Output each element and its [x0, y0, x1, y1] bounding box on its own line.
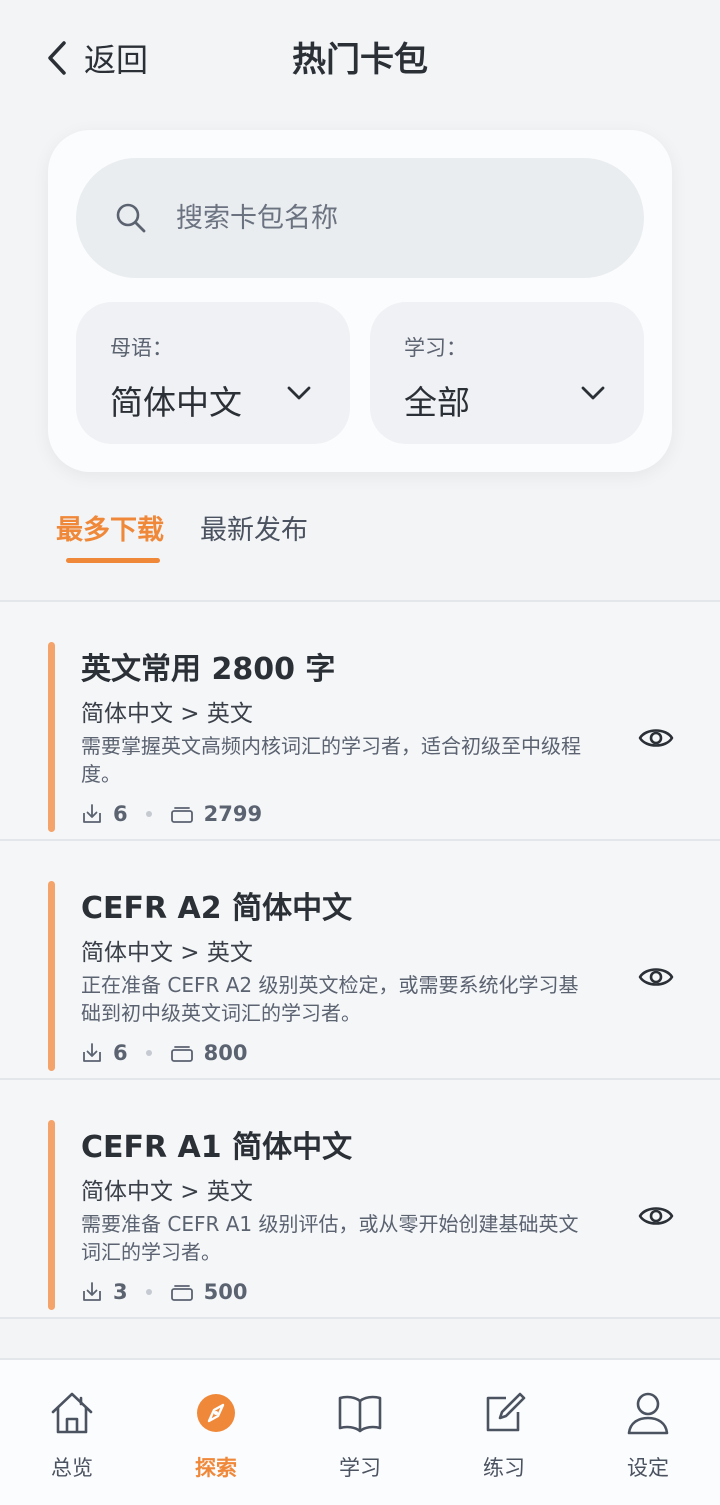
search-input[interactable]	[176, 202, 576, 234]
header: 返回 热门卡包	[0, 0, 720, 115]
user-icon	[627, 1392, 669, 1435]
pack-languages: 简体中文 > 英文	[81, 701, 253, 727]
native-language-label: 母语：	[110, 336, 173, 360]
pack-stats: 3 500	[81, 1280, 247, 1304]
nav-settings[interactable]: 设定	[598, 1390, 698, 1482]
nav-overview[interactable]: 总览	[22, 1390, 122, 1482]
tab-label: 最新发布	[200, 515, 308, 546]
nav-learn[interactable]: 学习	[310, 1390, 410, 1482]
pack-stats: 6 2799	[81, 802, 262, 826]
download-icon	[83, 1043, 101, 1062]
native-language-select[interactable]: 母语： 简体中文	[76, 302, 350, 444]
pack-description: 正在准备 CEFR A2 级别英文检定，或需要系统化学习基础到初中级英文词汇的学…	[81, 973, 579, 1025]
cards-icon	[170, 807, 193, 823]
home-icon	[51, 1392, 93, 1434]
native-language-value: 简体中文	[110, 383, 242, 422]
pack-item[interactable]: CEFR A1 简体中文 简体中文 > 英文 需要准备 CEFR A1 级别评估…	[0, 1080, 720, 1319]
tab-label: 最多下载	[56, 515, 164, 546]
book-icon	[338, 1395, 382, 1433]
pack-item[interactable]: 英文常用 2800 字 简体中文 > 英文 需要掌握英文高频内核词汇的学习者，适…	[0, 602, 720, 841]
search-icon	[116, 203, 146, 233]
eye-icon[interactable]	[638, 724, 674, 752]
search-bar[interactable]	[76, 158, 644, 278]
download-count: 6	[113, 1041, 128, 1065]
nav-explore[interactable]: 探索	[166, 1390, 266, 1482]
sort-tabs: 最多下载 最新发布	[56, 508, 308, 564]
pack-item[interactable]: CEFR A2 简体中文 简体中文 > 英文 正在准备 CEFR A2 级别英文…	[0, 841, 720, 1080]
download-icon	[83, 804, 101, 823]
pack-name: 英文常用 2800 字	[81, 652, 336, 687]
pack-accent-bar	[48, 881, 55, 1071]
pack-description: 需要掌握英文高频内核词汇的学习者，适合初级至中级程度。	[81, 734, 581, 786]
nav-practice[interactable]: 练习	[454, 1390, 554, 1482]
pack-stats: 6 800	[81, 1041, 247, 1065]
page-title: 热门卡包	[292, 40, 428, 80]
nav-label: 学习	[339, 1456, 381, 1480]
nav-label: 探索	[195, 1456, 237, 1480]
pack-accent-bar	[48, 1120, 55, 1310]
nav-label: 总览	[51, 1456, 93, 1480]
chevron-down-icon	[287, 386, 311, 400]
card-count: 2799	[203, 802, 263, 826]
edit-icon	[486, 1392, 526, 1432]
pack-accent-bar	[48, 642, 55, 832]
download-count: 6	[113, 802, 128, 826]
bottom-nav: 总览 探索 学习 练习 设定	[0, 1358, 720, 1505]
chevron-down-icon	[581, 386, 605, 400]
compass-icon	[197, 1394, 235, 1432]
learning-language-select[interactable]: 学习： 全部	[370, 302, 644, 444]
pack-description: 需要准备 CEFR A1 级别评估，或从零开始创建基础英文词汇的学习者。	[81, 1212, 579, 1264]
cards-icon	[170, 1046, 193, 1062]
tab-newest[interactable]: 最新发布	[200, 508, 308, 564]
separator-dot	[145, 811, 152, 817]
card-count: 500	[203, 1280, 248, 1304]
pack-name: CEFR A2 简体中文	[81, 891, 353, 926]
eye-icon[interactable]	[638, 963, 674, 991]
pack-name: CEFR A1 简体中文	[81, 1130, 353, 1165]
learning-language-value: 全部	[404, 383, 470, 422]
pack-languages: 简体中文 > 英文	[81, 1179, 253, 1205]
nav-label: 设定	[627, 1456, 669, 1480]
cards-icon	[170, 1285, 193, 1301]
separator-dot	[145, 1289, 152, 1295]
pack-languages: 简体中文 > 英文	[81, 940, 253, 966]
card-count: 800	[203, 1041, 248, 1065]
tab-most-downloaded[interactable]: 最多下载	[56, 508, 164, 564]
pack-list: 英文常用 2800 字 简体中文 > 英文 需要掌握英文高频内核词汇的学习者，适…	[0, 602, 720, 1319]
tab-underline	[66, 558, 160, 563]
download-count: 3	[113, 1280, 128, 1304]
learning-language-label: 学习：	[404, 336, 467, 360]
nav-label: 练习	[483, 1456, 525, 1480]
separator-dot	[145, 1050, 152, 1056]
download-icon	[83, 1282, 101, 1301]
eye-icon[interactable]	[638, 1202, 674, 1230]
filter-card: 母语： 简体中文 学习： 全部	[48, 130, 672, 472]
